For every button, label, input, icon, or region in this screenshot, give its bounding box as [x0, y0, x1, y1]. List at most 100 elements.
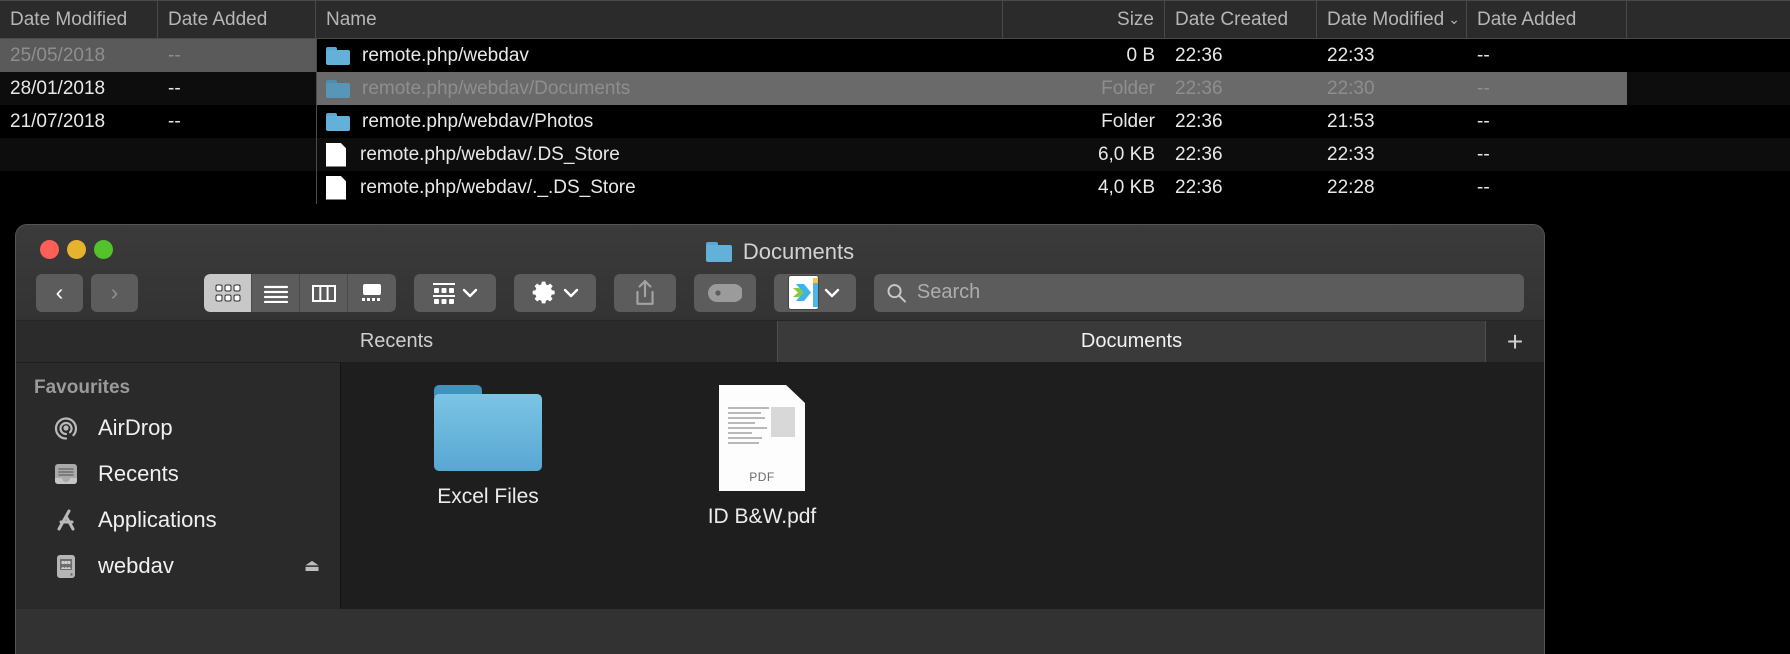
sort-chevron-icon: ⌄: [1448, 11, 1460, 27]
cell-date_added: --: [1477, 176, 1490, 198]
share-button[interactable]: [614, 273, 676, 312]
chevron-down-icon: [824, 288, 840, 297]
window-title: Documents: [16, 239, 1544, 265]
cell-size: 6,0 KB: [1097, 143, 1155, 165]
file-content-area[interactable]: Excel Files PDF ID B&W.pdf: [341, 363, 1544, 609]
cell-date_modified_left: 21/07/2018: [10, 110, 106, 132]
cell-date_modified: 22:33: [1327, 44, 1375, 66]
table-row[interactable]: 21/07/2018 -- remote.php/webdav/Photos Fold…: [0, 105, 1790, 138]
search-input[interactable]: [916, 281, 1512, 304]
table-row[interactable]: 28/01/2018 -- remote.php/webdav/Documents F…: [0, 72, 1790, 105]
sidebar-item-label: Recents: [98, 461, 179, 486]
icon-view-button[interactable]: [204, 273, 252, 312]
chevron-left-icon: ‹: [55, 279, 64, 305]
pdf-badge: PDF: [749, 470, 775, 484]
folder-icon: [326, 46, 350, 65]
chevron-right-icon: ›: [110, 279, 119, 305]
column-header-label: Date Added: [168, 8, 268, 30]
cell-date_added: --: [1467, 72, 1627, 105]
server-drive-icon: [50, 550, 82, 582]
group-by-button[interactable]: [414, 273, 496, 312]
table-row[interactable]: remote.php/webdav/.DS_Store 6,0 KB 22:36 22…: [0, 138, 1790, 171]
forward-button[interactable]: ›: [91, 273, 138, 312]
share-icon: [636, 279, 654, 305]
screen: Date Modified Date Added Name Size Date Crea…: [0, 0, 1790, 654]
sidebar-item-airdrop[interactable]: AirDrop: [16, 405, 340, 451]
file-name-label: remote.php/webdav/Photos: [362, 110, 594, 132]
folder-icon: [434, 385, 542, 471]
tags-button[interactable]: [694, 273, 756, 312]
sidebar-section-favourites: Favourites: [34, 377, 131, 398]
tab-recents[interactable]: Recents: [16, 321, 778, 362]
cell-size: 4,0 KB: [1097, 176, 1155, 198]
folder-icon: [326, 79, 350, 98]
chevron-down-icon: [563, 288, 578, 297]
file-name-label: remote.php/webdav: [362, 44, 529, 66]
column-header-date_modified_left[interactable]: Date Modified: [0, 0, 158, 39]
sidebar-item-label: webdav: [98, 553, 174, 578]
column-header-date_modified[interactable]: Date Modified ⌄: [1317, 0, 1467, 39]
list-view-button[interactable]: [252, 273, 300, 312]
table-row[interactable]: 25/05/2018 -- remote.php/webdav 0 B 22:36 22:…: [0, 39, 1790, 72]
column-header-date_created[interactable]: Date Created: [1165, 0, 1317, 39]
cell-date_modified: 22:30: [1317, 72, 1467, 105]
finder-toolbar: ‹ ›: [16, 270, 1544, 315]
gallery-view-button[interactable]: [348, 273, 396, 312]
cell-date_created: 22:36: [1175, 176, 1223, 198]
file-item-label: ID B&W.pdf: [707, 505, 817, 528]
sidebar-item-applications[interactable]: Applications: [16, 497, 340, 543]
back-button[interactable]: ‹: [36, 273, 83, 312]
cell-date_added: --: [1477, 143, 1490, 165]
column-divider: [316, 39, 317, 204]
icon-grid: Excel Files PDF ID B&W.pdf: [341, 385, 1544, 529]
tab-documents[interactable]: Documents: [778, 321, 1486, 362]
search-field[interactable]: [874, 273, 1524, 312]
cell-name: remote.php/webdav: [316, 39, 1003, 72]
navigation-buttons: ‹ ›: [36, 273, 138, 312]
cell-size: Folder: [1101, 110, 1155, 132]
synology-drive-button[interactable]: [774, 273, 856, 312]
file-item-pdf[interactable]: PDF ID B&W.pdf: [667, 385, 857, 529]
cell-name: remote.php/webdav/Documents: [316, 72, 1003, 105]
tab-recents-label: Recents: [359, 330, 434, 352]
column-header-date_added[interactable]: Date Added: [1467, 0, 1627, 39]
column-view-button[interactable]: [300, 273, 348, 312]
cell-date_added: --: [1477, 44, 1490, 66]
sidebar-item-webdav[interactable]: webdav ⏏: [16, 543, 340, 589]
file-item-folder[interactable]: Excel Files: [393, 385, 583, 529]
folder-icon: [326, 112, 350, 131]
sidebar-item-recents[interactable]: Recents: [16, 451, 340, 497]
cell-size: 0 B: [1126, 44, 1155, 66]
recents-icon: [50, 458, 82, 490]
column-header-label: Date Modified: [10, 8, 128, 30]
table-body: 25/05/2018 -- remote.php/webdav 0 B 22:36 22:…: [0, 39, 1790, 204]
cell-name: remote.php/webdav/.DS_Store: [316, 138, 1003, 171]
column-header-label: Size: [1117, 8, 1154, 30]
gear-icon: [532, 281, 555, 304]
pdf-document-icon: PDF: [719, 385, 805, 491]
cell-date_added_left: [158, 171, 316, 204]
new-tab-button[interactable]: +: [1486, 321, 1544, 362]
cell-size: Folder: [1003, 72, 1165, 105]
column-header-date_added_left[interactable]: Date Added: [158, 0, 316, 39]
table-row[interactable]: remote.php/webdav/._.DS_Store 4,0 KB 22:36…: [0, 171, 1790, 204]
cell-date_modified_left: [0, 138, 158, 171]
file-item-label: Excel Files: [437, 485, 539, 508]
cell-date_modified: 22:28: [1327, 176, 1375, 198]
sidebar-item-label: Applications: [98, 507, 217, 532]
cell-date_added: --: [1477, 110, 1490, 132]
cell-date_added_left: --: [168, 110, 181, 132]
cell-date_added_left: --: [158, 39, 316, 72]
column-header-size[interactable]: Size: [1003, 0, 1165, 39]
finder-titlebar: Documents ‹ ›: [16, 225, 1544, 321]
grid-icon: [215, 284, 240, 301]
eject-icon[interactable]: ⏏: [304, 556, 320, 576]
cell-name: remote.php/webdav/Photos: [316, 105, 1003, 138]
folder-icon: [705, 242, 732, 262]
action-menu-button[interactable]: [514, 273, 596, 312]
applications-icon: [50, 504, 82, 536]
tab-documents-label: Documents: [1080, 330, 1183, 352]
table-header-row: Date Modified Date Added Name Size Date Crea…: [0, 0, 1790, 39]
column-header-label: Date Added: [1477, 8, 1577, 30]
column-header-name[interactable]: Name: [316, 0, 1003, 39]
